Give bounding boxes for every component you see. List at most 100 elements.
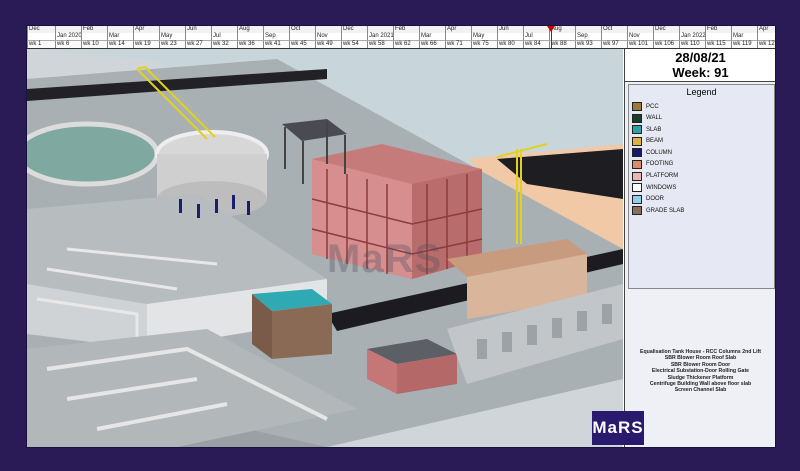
timeline-month-cell-alt: Nov	[315, 33, 341, 40]
legend-item: FOOTING	[629, 159, 774, 170]
timeline-week-cell: wk 19	[133, 40, 159, 48]
timeline-month-cell-alt	[445, 33, 471, 40]
timeline-week-cell: wk 97	[601, 40, 627, 48]
timeline-week-cell: wk 110	[679, 40, 705, 48]
timeline-month-cell	[679, 26, 705, 33]
timeline-week-cell: wk 80	[497, 40, 523, 48]
timeline-week-cell: wk 32	[211, 40, 237, 48]
timeline-month-cell	[471, 26, 497, 33]
timeline-week-cell: wk 49	[315, 40, 341, 48]
timeline-month-cell-alt	[237, 33, 263, 40]
timeline-month-cell-alt: Jul	[211, 33, 237, 40]
timeline-month-cell-alt	[601, 33, 627, 40]
timeline-month-cell: Dec	[27, 26, 55, 33]
timeline-month-cell-alt	[133, 33, 159, 40]
timeline-week-cell: wk 119	[731, 40, 757, 48]
timeline-week-cell: wk 1	[27, 40, 55, 48]
current-date: 28/08/21	[675, 50, 726, 65]
legend-label: DOOR	[646, 196, 664, 203]
timeline-month-cell: Oct	[289, 26, 315, 33]
legend-swatch	[632, 102, 642, 111]
watermark-logo: MaRS	[327, 237, 443, 281]
timeline-month-cell-alt	[497, 33, 523, 40]
timeline-month-cell	[263, 26, 289, 33]
timeline-ruler[interactable]: Dec Feb Apr Jun Aug Oct Dec Feb Apr Jun Aug Oct Dec F…	[27, 26, 775, 49]
timeline-week-cell: wk 115	[705, 40, 731, 48]
timeline-month-cell	[575, 26, 601, 33]
timeline-month-cell: Jun	[497, 26, 523, 33]
timeline-month-cell-alt: Nov	[627, 33, 653, 40]
legend-swatch	[632, 148, 642, 158]
timeline-month-cell	[419, 26, 445, 33]
timeline-month-cell-alt: Jan 2021	[367, 33, 394, 40]
timeline-week-cell: wk 14	[107, 40, 133, 48]
timeline-week-cell: wk 71	[445, 40, 471, 48]
timeline-month-cell-alt	[393, 33, 419, 40]
legend-item: COLUMN	[629, 147, 774, 158]
legend-label: WINDOWS	[646, 184, 677, 191]
mars-logo: MaRS	[592, 411, 644, 445]
construction-3d-viewport[interactable]: MaRS	[27, 49, 623, 447]
timeline-month-cell-alt	[653, 33, 679, 40]
legend: Legend PCC WALL SLAB BEAM COLUMN FOOTING PLATF…	[628, 84, 775, 289]
timeline-week-cell: wk 88	[549, 40, 575, 48]
legend-item: PLATFORM	[629, 171, 774, 182]
legend-swatch	[632, 171, 642, 181]
timeline-month-cell-alt	[81, 33, 107, 40]
legend-label: BEAM	[646, 138, 664, 145]
timeline-month-cell-alt	[549, 33, 575, 40]
timeline-month-cell	[159, 26, 185, 33]
legend-swatch	[632, 125, 642, 135]
timeline-month-cell	[107, 26, 133, 33]
timeline-week-cell: wk 36	[237, 40, 263, 48]
legend-item: PCC	[629, 101, 774, 112]
timeline-month-cell	[731, 26, 757, 33]
timeline-week-cell: wk 6	[55, 40, 81, 48]
scene-render	[27, 49, 623, 447]
legend-label: GRADE SLAB	[646, 207, 685, 214]
timeline-month-cell-alt	[757, 33, 775, 40]
timeline-month-cell: Apr	[757, 26, 775, 33]
timeline-month-cell	[367, 26, 393, 33]
timeline-month-cell-alt	[27, 33, 55, 40]
timeline-month-cell-alt	[185, 33, 211, 40]
legend-item: WALL	[629, 113, 774, 124]
timeline-month-cell: Feb	[81, 26, 107, 33]
timeline-months-row: Dec Feb Apr Jun Aug Oct Dec Feb Apr Jun Aug Oct Dec F…	[27, 26, 775, 33]
legend-label: COLUMN	[646, 149, 673, 156]
legend-label: SLAB	[646, 126, 662, 133]
timeline-month-cell-alt	[705, 33, 731, 40]
timeline-month-cell-alt: Mar	[731, 33, 757, 40]
timeline-month-cell-alt: May	[159, 33, 185, 40]
legend-swatch	[632, 113, 642, 123]
legend-list: PCC WALL SLAB BEAM COLUMN FOOTING PLATFORM WIND…	[629, 101, 774, 216]
timeline-months-row-secondary: Jan 2020 Mar May Jul Sep Nov Jan 2021 Mar May Jul…	[27, 33, 775, 40]
legend-item: SLAB	[629, 124, 774, 135]
timeline-week-cell: wk 58	[367, 40, 393, 48]
legend-label: PLATFORM	[646, 173, 679, 180]
timeline-marker-handle-icon[interactable]	[547, 26, 555, 32]
legend-swatch	[632, 206, 642, 216]
timeline-week-cell: wk 101	[627, 40, 653, 48]
timeline-week-cell: wk 62	[393, 40, 419, 48]
timeline-month-cell: Oct	[601, 26, 627, 33]
legend-item: BEAM	[629, 136, 774, 147]
timeline-month-cell: Feb	[705, 26, 731, 33]
legend-title: Legend	[686, 87, 717, 97]
timeline-month-cell-alt: Mar	[107, 33, 133, 40]
legend-label: WALL	[646, 115, 663, 122]
timeline-month-cell: Dec	[341, 26, 367, 33]
timeline-week-cell: wk 23	[159, 40, 185, 48]
timeline-month-cell-alt: Jan 2020	[55, 33, 82, 40]
legend-item: WINDOWS	[629, 182, 774, 193]
legend-item: DOOR	[629, 194, 774, 205]
timeline-month-cell	[55, 26, 81, 33]
activity-item: Screen Channel Slab	[674, 387, 727, 394]
info-side-panel: 28/08/21 Week: 91 Legend PCC WALL SLAB BEAM…	[624, 49, 775, 447]
legend-swatch	[632, 194, 642, 204]
timeline-month-cell	[315, 26, 341, 33]
timeline-month-cell-alt: Jan 2022	[679, 33, 706, 40]
legend-item: GRADE SLAB	[629, 205, 774, 216]
timeline-week-cell: wk 66	[419, 40, 445, 48]
timeline-week-cell: wk 41	[263, 40, 289, 48]
